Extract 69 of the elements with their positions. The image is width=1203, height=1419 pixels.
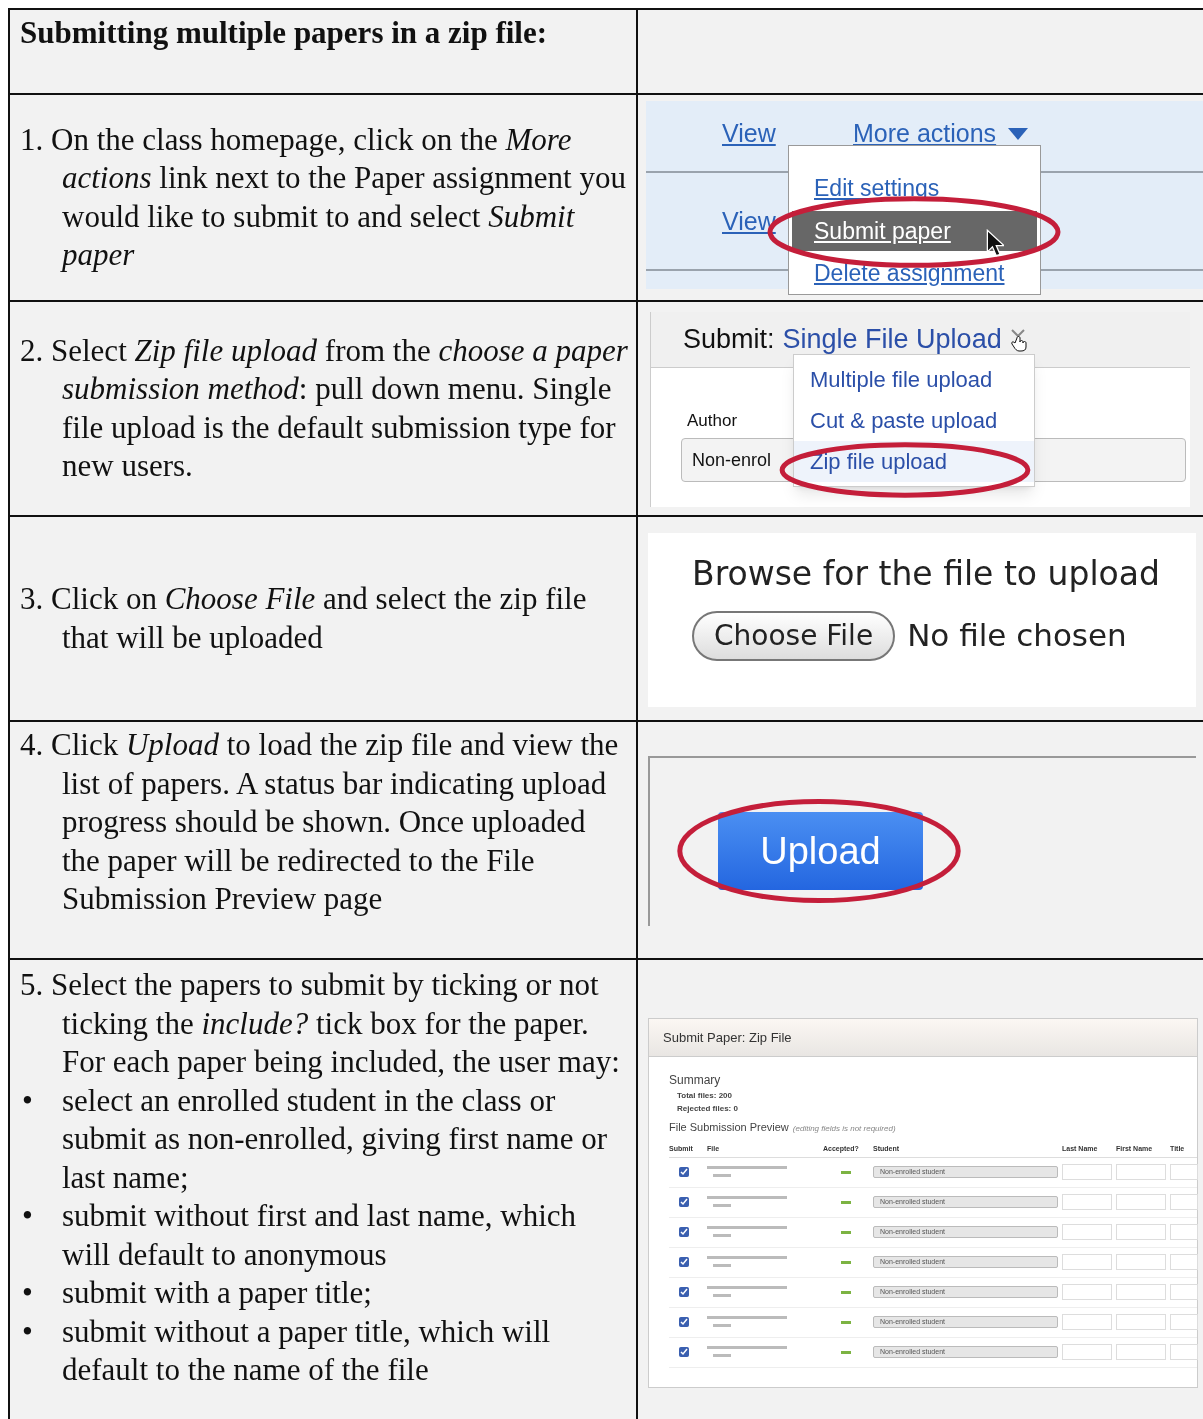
bullet-icon: • [20, 1081, 62, 1197]
caret-icon [1008, 127, 1029, 140]
accepted-dash-icon [841, 1290, 851, 1294]
bullet-icon: • [20, 1274, 62, 1313]
first-name-field[interactable] [1116, 1284, 1166, 1300]
view-link[interactable]: View [722, 115, 776, 153]
first-name-field[interactable] [1116, 1194, 1166, 1210]
bullet-text: select an enrolled student in the class or submit as non-enrolled, giving first name or last name; [62, 1081, 608, 1197]
step-text: 1. On the class homepage, click on the More actions link next to the Paper assignment you would like to submit to and select Submit paper [20, 120, 627, 274]
last-name-field[interactable] [1062, 1194, 1112, 1210]
first-name-field[interactable] [1116, 1254, 1166, 1270]
accepted-dash-icon [841, 1230, 851, 1234]
cursor-icon [986, 229, 1004, 257]
last-name-field[interactable] [1062, 1314, 1112, 1330]
header-title: Submitting multiple papers in a zip file: [20, 14, 549, 52]
step-text: 3. Click on Choose File and select the zip file that will be uploaded [20, 580, 588, 657]
first-name-field[interactable] [1116, 1344, 1166, 1360]
upload-button[interactable]: Upload [718, 812, 923, 890]
accepted-dash-icon [841, 1320, 851, 1324]
author-label: Author [687, 410, 738, 432]
last-name-field[interactable] [1062, 1344, 1112, 1360]
bullet-icon: • [20, 1197, 62, 1274]
title-field[interactable] [1170, 1314, 1198, 1330]
step-text: 2. Select Zip file upload from the choose a paper submission method: pull down menu. Single file upload is the default submission type for new users. [20, 331, 629, 485]
summary-heading: Summary [669, 1072, 722, 1089]
accepted-dash-icon [841, 1200, 851, 1204]
bullet-text: submit with a paper title; [62, 1274, 372, 1312]
checkbox[interactable] [679, 1197, 689, 1207]
accepted-dash-icon [841, 1350, 851, 1354]
title-field[interactable] [1170, 1284, 1198, 1300]
checkbox[interactable] [679, 1227, 689, 1237]
checkbox[interactable] [679, 1317, 689, 1327]
title-field[interactable] [1170, 1254, 1198, 1270]
title-field[interactable] [1170, 1164, 1198, 1180]
preview-note: (editing fields is not required) [792, 1123, 896, 1135]
upload-heading: Browse for the file to upload [692, 553, 1161, 595]
first-name-field[interactable] [1116, 1164, 1166, 1180]
first-name-field[interactable] [1116, 1314, 1166, 1330]
submit-label: Submit: [683, 323, 775, 357]
step-text: 4. Click Upload to load the zip file and view the list of papers. A status bar indicating upload progress should be shown. Once uploaded the paper will be redirected to the File Submission Preview page [20, 726, 620, 918]
bullet-text: submit without a paper title, which will default to the name of the file [62, 1312, 552, 1389]
accepted-dash-icon [841, 1170, 851, 1174]
checkbox[interactable] [679, 1347, 689, 1357]
bullet-icon: • [20, 1312, 62, 1390]
file-status-text: No file chosen [907, 616, 1127, 656]
first-name-field[interactable] [1116, 1224, 1166, 1240]
hand-cursor-icon [1009, 327, 1030, 352]
checkbox[interactable] [679, 1257, 689, 1267]
title-field[interactable] [1170, 1344, 1198, 1360]
last-name-field[interactable] [1062, 1164, 1112, 1180]
title-field[interactable] [1170, 1224, 1198, 1240]
summary-item: Rejected files: 0 [676, 1103, 739, 1115]
panel-title: Submit Paper: Zip File [649, 1019, 1197, 1057]
step-text: 5. Select the papers to submit by ticking or not ticking the include? tick box for the paper. For each paper being included, the user may: [20, 966, 621, 1081]
title-field[interactable] [1170, 1194, 1198, 1210]
menu-item[interactable]: Submit paper [792, 210, 1037, 252]
summary-item: Total files: 200 [676, 1090, 733, 1102]
menu-item[interactable]: Edit settings [792, 168, 1037, 209]
checkbox[interactable] [679, 1167, 689, 1177]
choose-file-button[interactable]: Choose File [692, 610, 896, 661]
last-name-field[interactable] [1062, 1224, 1112, 1240]
accepted-dash-icon [841, 1260, 851, 1264]
checkbox[interactable] [679, 1287, 689, 1297]
preview-heading: File Submission Preview [669, 1120, 789, 1135]
last-name-field[interactable] [1062, 1284, 1112, 1300]
menu-item[interactable]: Delete assignment [792, 253, 1037, 294]
menu-item[interactable]: Multiple file upload [794, 359, 1034, 400]
menu-item[interactable]: Cut & paste upload [794, 400, 1034, 441]
last-name-field[interactable] [1062, 1254, 1112, 1270]
